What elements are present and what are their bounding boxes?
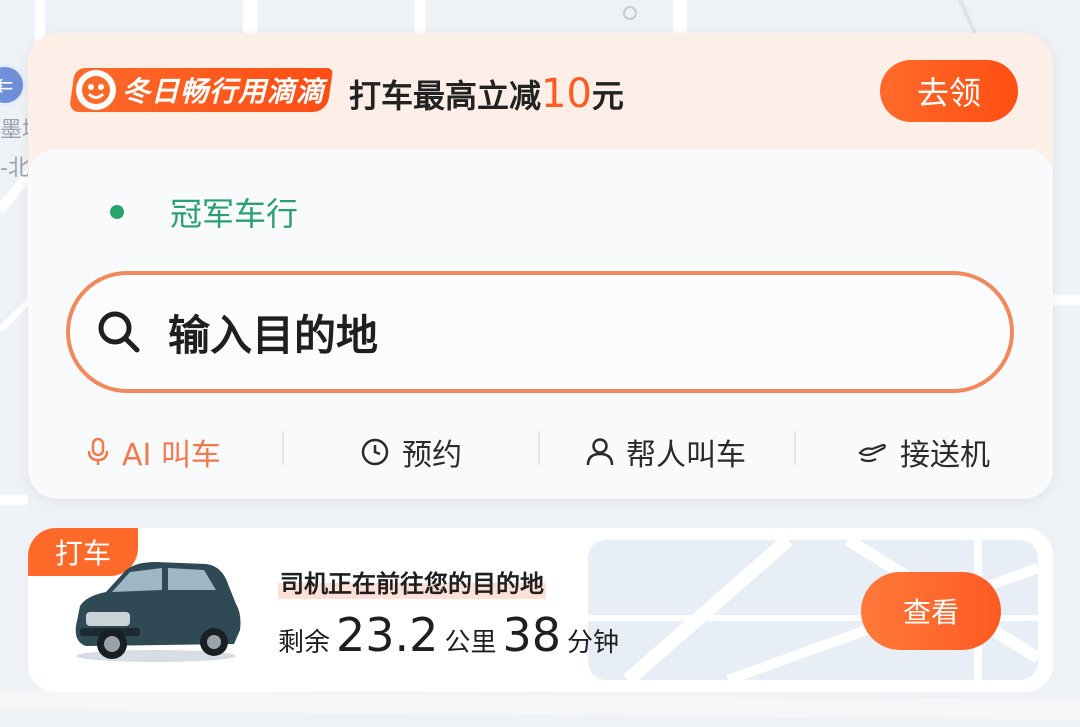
quick-actions: AI 叫车 预约 帮人叫车 接送机 (28, 427, 1053, 477)
promo-badge-text: 冬日畅行用滴滴 (122, 75, 326, 108)
map-label: -北 (0, 156, 30, 181)
reserve-button[interactable]: 预约 (360, 430, 462, 474)
trip-status-card[interactable]: 打车 司机正在前往您的目的地 剩余 23.2 公里 38 分钟 查看 (28, 528, 1053, 692)
remaining-minutes: 38 (502, 608, 561, 662)
airplane-icon (858, 443, 886, 463)
booking-panel: 冠军车行 输入目的地 AI 叫车 预约 帮人叫车 接送机 (28, 149, 1053, 499)
call-for-others-button[interactable]: 帮人叫车 (586, 430, 746, 474)
clock-icon (361, 438, 389, 466)
origin-dot-icon (110, 205, 124, 219)
divider (794, 431, 796, 465)
promo-banner[interactable]: 冬日畅行用滴滴 打车最高立减10元 去领 (28, 33, 1053, 151)
ai-call-button[interactable]: AI 叫车 (86, 430, 221, 474)
divider (282, 431, 284, 465)
trip-status-text: 司机正在前往您的目的地 (278, 564, 546, 599)
reserve-label: 预约 (402, 438, 462, 473)
promo-text-prefix: 打车最高立减 (349, 77, 542, 115)
ride-card: 冬日畅行用滴滴 打车最高立减10元 去领 冠军车行 输入目的地 AI 叫车 预约… (28, 33, 1053, 499)
promo-amount: 10 (541, 71, 592, 117)
microphone-icon (87, 437, 109, 465)
remaining-distance: 23.2 (336, 608, 439, 662)
call-for-others-label: 帮人叫车 (626, 438, 746, 473)
view-trip-button[interactable]: 查看 (861, 572, 1001, 650)
claim-button[interactable]: 去领 (880, 60, 1018, 122)
remaining-label: 剩余 (278, 628, 331, 658)
ai-call-label: AI 叫车 (122, 438, 221, 473)
distance-unit: 公里 (444, 628, 497, 658)
airport-transfer-label: 接送机 (900, 438, 990, 473)
minutes-unit: 分钟 (567, 628, 620, 658)
search-icon (98, 311, 140, 353)
trip-remaining: 剩余 23.2 公里 38 分钟 (278, 608, 619, 662)
car-icon (75, 562, 241, 662)
promo-text: 打车最高立减10元 (349, 71, 624, 117)
promo-badge: 冬日畅行用滴滴 (68, 68, 334, 112)
destination-placeholder: 输入目的地 (168, 310, 379, 360)
divider (538, 431, 540, 465)
airport-transfer-button[interactable]: 接送机 (856, 430, 990, 474)
origin-row[interactable]: 冠军车行 (110, 189, 298, 235)
person-icon (586, 438, 614, 466)
didi-face-icon (76, 70, 116, 110)
origin-label: 冠军车行 (170, 195, 299, 233)
destination-search[interactable]: 输入目的地 (66, 271, 1014, 393)
promo-text-suffix: 元 (591, 77, 624, 115)
